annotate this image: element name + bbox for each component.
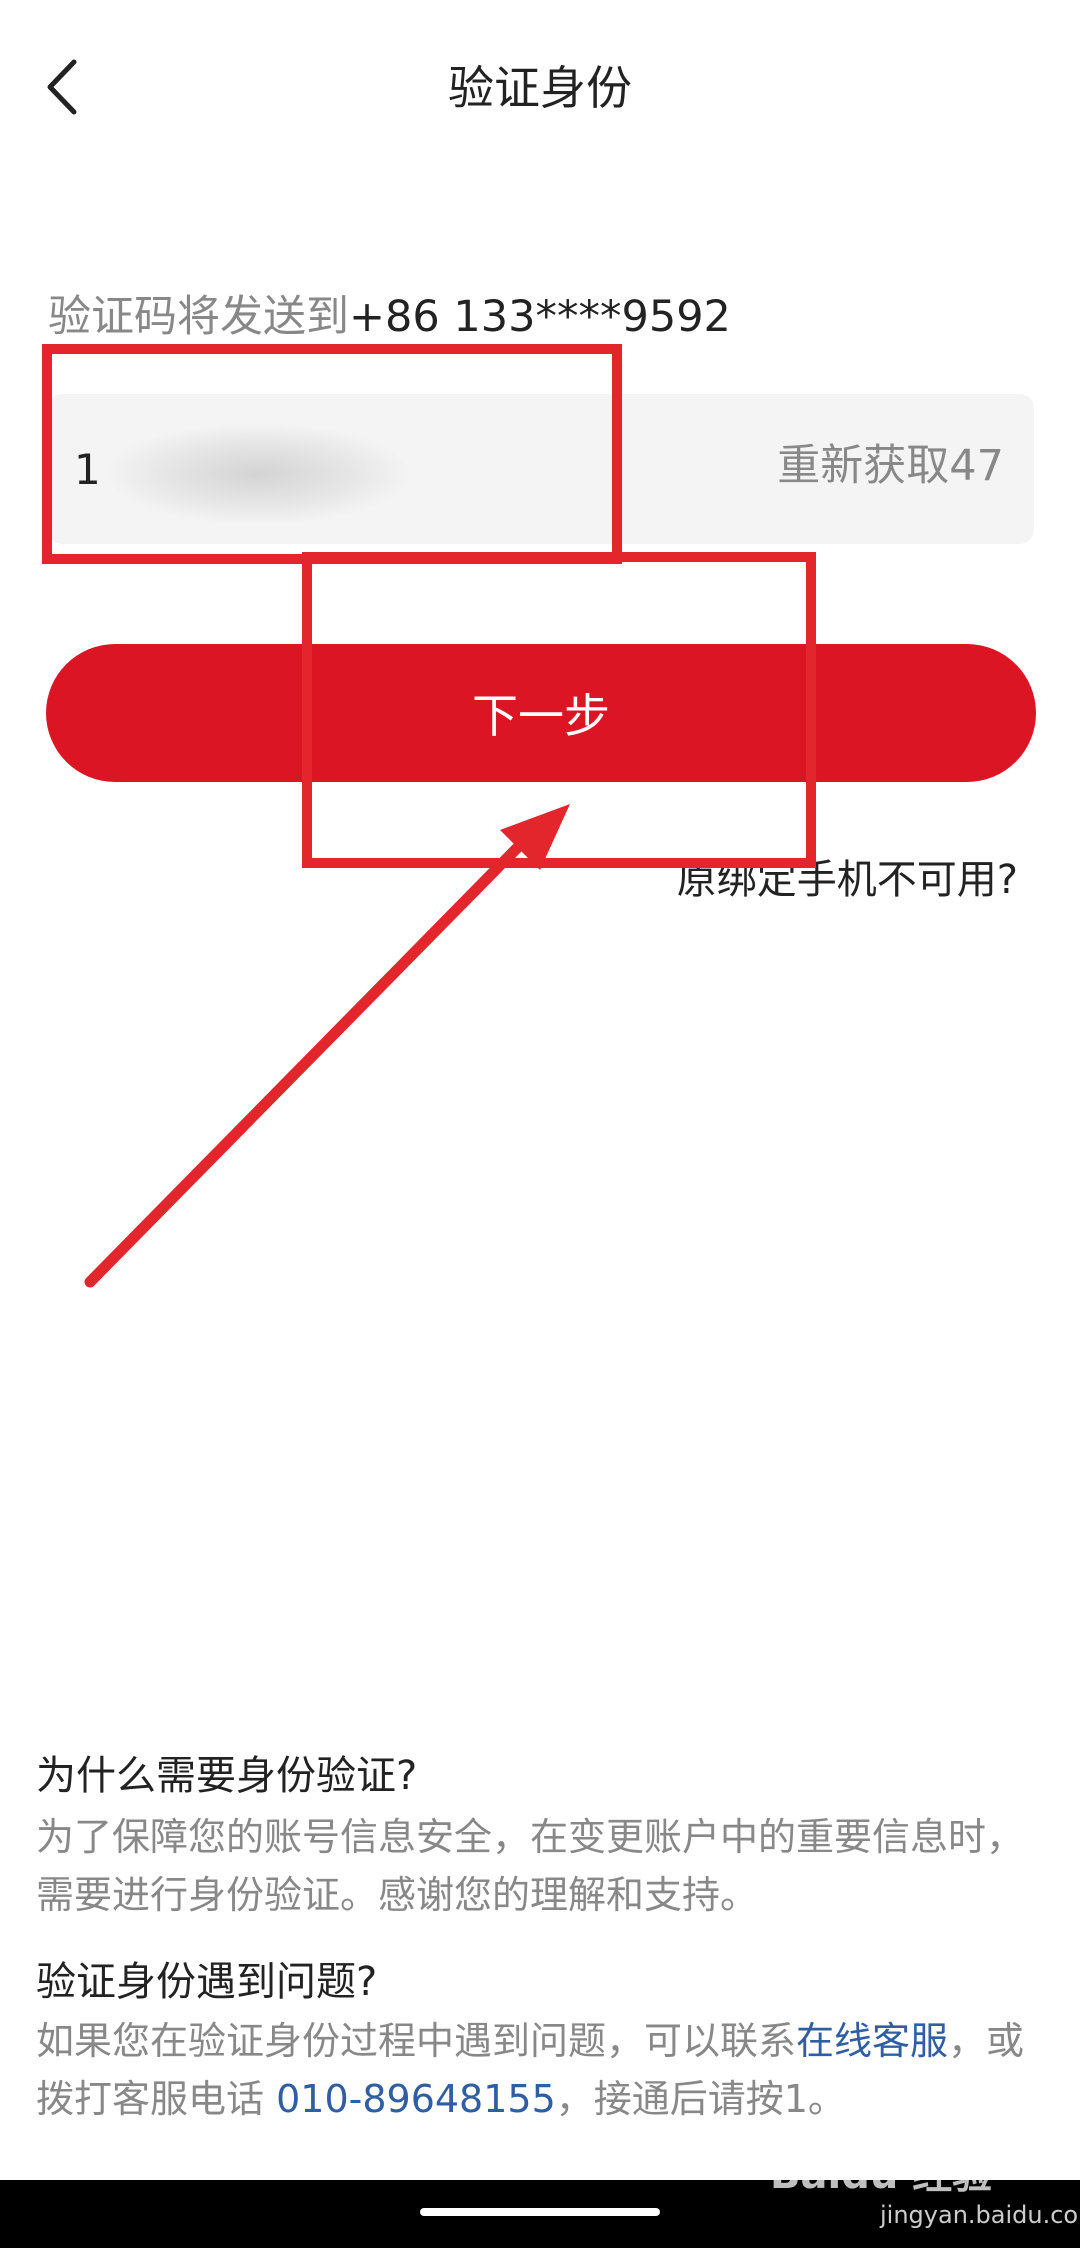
watermark-site: jingyan.baidu.com xyxy=(880,2201,1080,2229)
home-indicator[interactable] xyxy=(420,2208,660,2216)
page-title: 验证身份 xyxy=(448,61,632,115)
verify-problem-title: 验证身份遇到问题? xyxy=(36,1959,378,2005)
baidu-watermark: Baidu 经验 xyxy=(770,2152,993,2198)
hotline-link[interactable]: 010-89648155 xyxy=(276,2077,556,2121)
verification-code-field: 重新获取47 xyxy=(48,394,1034,544)
send-info-prefix: 验证码将发送到 xyxy=(48,292,349,342)
why-verify-title: 为什么需要身份验证? xyxy=(36,1753,418,1799)
verify-problem-text-1: 如果您在验证身份过程中遇到问题，可以联系 xyxy=(36,2019,797,2063)
online-service-link[interactable]: 在线客服 xyxy=(796,2019,948,2063)
verification-code-input[interactable] xyxy=(74,434,534,504)
phone-unavailable-link[interactable]: 原绑定手机不可用? xyxy=(677,852,1018,908)
send-info: 验证码将发送到+86 133****9592 xyxy=(48,288,731,346)
next-step-label: 下一步 xyxy=(472,689,610,743)
verify-problem-body: 如果您在验证身份过程中遇到问题，可以联系在线客服，或拨打客服电话 010-896… xyxy=(36,2012,1046,2128)
verify-problem-text-3: ，接通后请按1。 xyxy=(555,2077,846,2121)
resend-code-button[interactable]: 重新获取47 xyxy=(777,436,1004,496)
next-step-button[interactable]: 下一步 xyxy=(46,644,1036,782)
masked-phone-number: +86 133****9592 xyxy=(349,292,731,342)
why-verify-body: 为了保障您的账号信息安全，在变更账户中的重要信息时，需要进行身份验证。感谢您的理… xyxy=(36,1815,1025,1917)
